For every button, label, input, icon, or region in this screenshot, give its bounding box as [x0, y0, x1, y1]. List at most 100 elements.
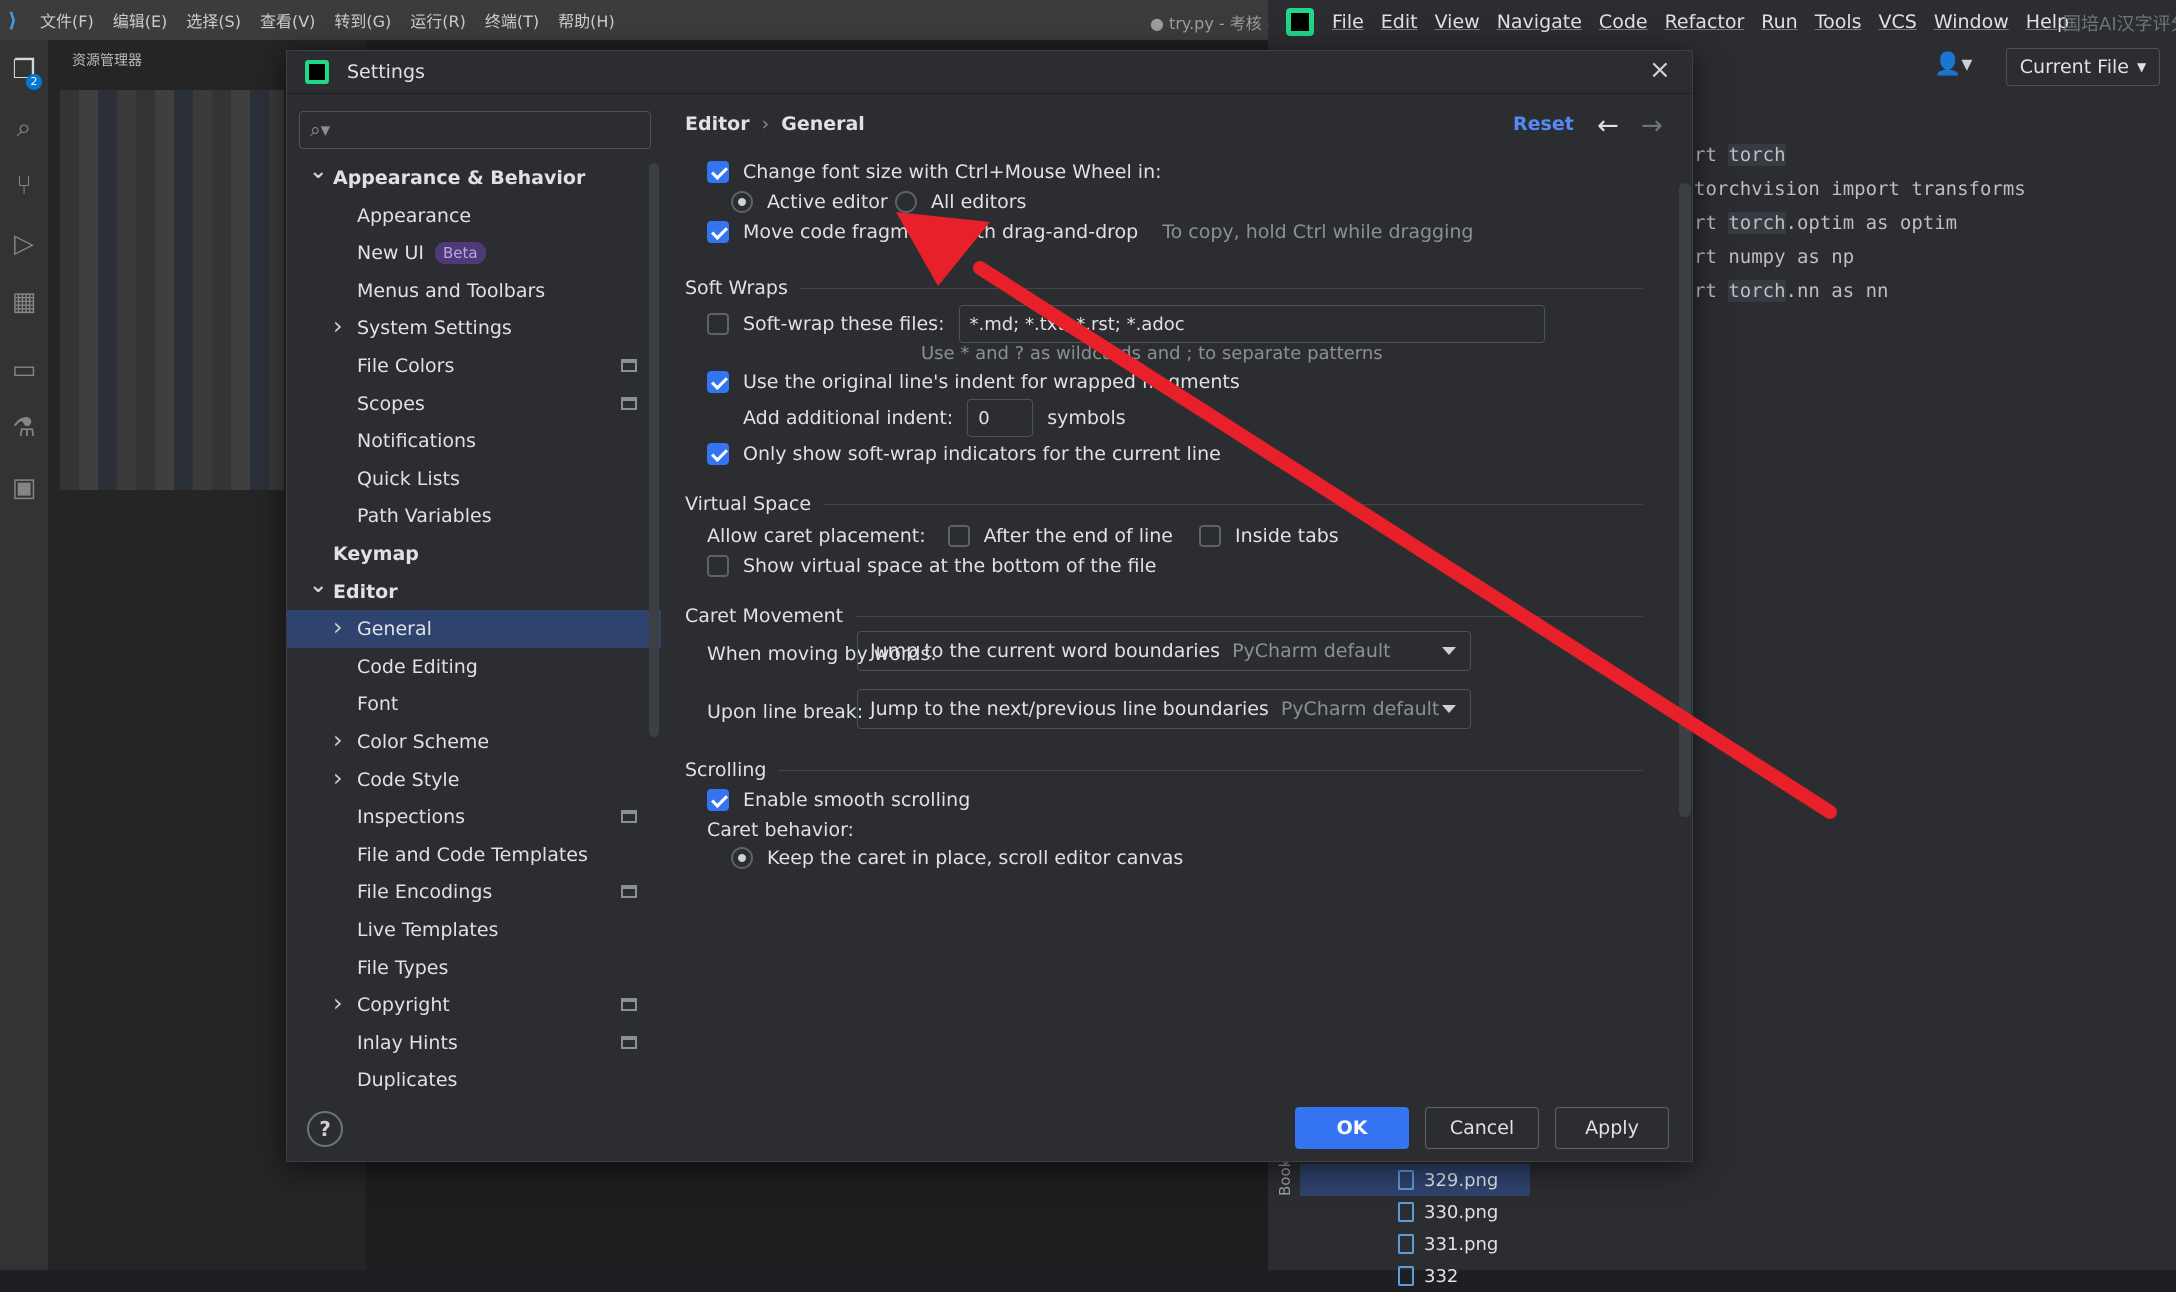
settings-tree-item-inspections[interactable]: Inspections [287, 798, 661, 836]
user-icon[interactable]: 👤▾ [1934, 52, 1972, 77]
file-item[interactable]: 332 [1398, 1260, 1458, 1292]
vscode-menu-item[interactable]: 运行(R) [410, 12, 466, 31]
show-virtual-checkbox[interactable] [707, 555, 729, 577]
remote-explorer-icon[interactable]: ▭ [6, 352, 42, 388]
pycharm-menu-item[interactable]: Code [1599, 11, 1648, 33]
tree-item-label: File Types [357, 956, 449, 979]
settings-tree-item-quick-lists[interactable]: Quick Lists [287, 460, 661, 498]
settings-tree-item-inlay-hints[interactable]: Inlay Hints [287, 1024, 661, 1062]
breadcrumb-editor[interactable]: Editor [685, 113, 750, 135]
vscode-menu-item[interactable]: 终端(T) [485, 12, 539, 31]
font-wheel-checkbox[interactable] [707, 161, 729, 183]
run-debug-icon[interactable]: ▷ [6, 226, 42, 262]
pycharm-menu-item[interactable]: View [1435, 11, 1480, 33]
pycharm-menu-item[interactable]: Edit [1381, 11, 1418, 33]
vscode-menu-item[interactable]: 转到(G) [334, 12, 391, 31]
pycharm-menu-item[interactable]: Refactor [1665, 11, 1745, 33]
chevron-down-icon[interactable]: ⌄ [309, 573, 327, 598]
chevron-right-icon[interactable]: › [333, 989, 343, 1017]
close-icon[interactable]: × [1649, 55, 1671, 85]
project-level-icon [621, 998, 637, 1012]
all-editors-radio[interactable] [895, 191, 917, 213]
add-indent-input[interactable]: 0 [967, 399, 1034, 437]
vscode-menu-item[interactable]: 编辑(E) [113, 12, 168, 31]
original-indent-checkbox[interactable] [707, 371, 729, 393]
settings-tree-item-new-ui[interactable]: New UI Beta [287, 234, 661, 272]
settings-tree-item-scopes[interactable]: Scopes [287, 385, 661, 423]
settings-tree-item-live-templates[interactable]: Live Templates [287, 911, 661, 949]
code-line: rt numpy as np [1694, 240, 2176, 274]
file-item[interactable]: 329.png [1300, 1164, 1530, 1196]
code-line: rt torch.nn as nn [1694, 274, 2176, 308]
settings-tree-item-file-encodings[interactable]: File Encodings [287, 873, 661, 911]
settings-tree-item-color-scheme[interactable]: › Color Scheme [287, 723, 661, 761]
settings-tree-item-editor[interactable]: ⌄ Editor [287, 573, 661, 611]
testing-icon[interactable]: ⚗ [6, 410, 42, 446]
back-arrow-icon[interactable]: ← [1597, 111, 1619, 141]
search-icon[interactable]: ⌕ [6, 110, 42, 146]
terminal-icon[interactable]: ▣ [6, 470, 42, 506]
chevron-right-icon[interactable]: › [333, 312, 343, 340]
vscode-menu-item[interactable]: 查看(V) [260, 12, 315, 31]
soft-wrap-files-checkbox[interactable] [707, 313, 729, 335]
tree-item-label: Copyright [357, 994, 450, 1017]
pycharm-menu-item[interactable]: Tools [1815, 11, 1862, 33]
chevron-down-icon[interactable]: ⌄ [309, 159, 327, 184]
settings-tree-item-appearance[interactable]: Appearance [287, 197, 661, 235]
pycharm-menubar: File Edit View Navigate Code Refactor Run Tools… [1268, 0, 2176, 44]
vscode-menu-item[interactable]: 文件(F) [40, 12, 94, 31]
keep-caret-radio[interactable] [731, 847, 753, 869]
settings-tree-item-code-style[interactable]: › Code Style [287, 761, 661, 799]
reset-link[interactable]: Reset [1513, 113, 1574, 135]
apply-button[interactable]: Apply [1555, 1107, 1669, 1149]
settings-tree-item-file-and-code-templates[interactable]: File and Code Templates [287, 836, 661, 874]
settings-tree-item-appearance-behavior[interactable]: ⌄ Appearance & Behavior [287, 159, 661, 197]
cancel-button[interactable]: Cancel [1425, 1107, 1539, 1149]
all-editors-label: All editors [931, 191, 1027, 213]
chevron-right-icon[interactable]: › [333, 764, 343, 792]
pycharm-menu-item[interactable]: Navigate [1497, 11, 1582, 33]
run-config-dropdown[interactable]: Current File ▼ [2006, 48, 2160, 86]
vscode-menu-item[interactable]: 选择(S) [186, 12, 241, 31]
settings-tree-item-general[interactable]: › General [287, 610, 661, 649]
chevron-right-icon[interactable]: › [333, 726, 343, 754]
pycharm-menu-item[interactable]: VCS [1879, 11, 1917, 33]
pycharm-menu-item[interactable]: Run [1761, 11, 1797, 33]
settings-tree-item-keymap[interactable]: Keymap [287, 535, 661, 573]
active-editor-radio[interactable] [731, 191, 753, 213]
settings-tree-item-duplicates[interactable]: Duplicates [287, 1061, 661, 1099]
code-editor[interactable]: rt torch torchvision import transforms rt … [1694, 138, 2176, 308]
source-control-icon[interactable]: ⑂ [6, 168, 42, 204]
only-show-checkbox[interactable] [707, 443, 729, 465]
tree-scrollbar[interactable] [649, 163, 659, 737]
soft-wrap-files-input[interactable]: *.md; *.txt; *.rst; *.adoc [958, 305, 1545, 343]
settings-tree-item-file-types[interactable]: File Types [287, 949, 661, 987]
vscode-menu-item[interactable]: 帮助(H) [558, 12, 615, 31]
help-button[interactable]: ? [307, 1111, 343, 1147]
settings-tree-item-system-settings[interactable]: › System Settings [287, 309, 661, 347]
line-break-dropdown[interactable]: Jump to the next/previous line boundarie… [857, 689, 1471, 729]
moving-words-dropdown[interactable]: Jump to the current word boundaries PyCha… [857, 631, 1471, 671]
settings-tree-item-notifications[interactable]: Notifications [287, 422, 661, 460]
ok-button[interactable]: OK [1295, 1107, 1409, 1149]
settings-tree-item-file-colors[interactable]: File Colors [287, 347, 661, 385]
inside-tabs-checkbox[interactable] [1199, 525, 1222, 547]
settings-tree-item-code-editing[interactable]: Code Editing [287, 648, 661, 686]
settings-tree-item-copyright[interactable]: › Copyright [287, 986, 661, 1024]
after-end-checkbox[interactable] [947, 525, 970, 547]
settings-search-input[interactable]: ⌕▾ [299, 111, 651, 149]
settings-tree-item-menus-and-toolbars[interactable]: Menus and Toolbars [287, 272, 661, 310]
move-code-checkbox[interactable] [707, 221, 729, 243]
settings-tree-item-path-variables[interactable]: Path Variables [287, 497, 661, 535]
smooth-scroll-checkbox[interactable] [707, 789, 729, 811]
settings-tree-item-font[interactable]: Font [287, 685, 661, 723]
pycharm-menu-item[interactable]: Window [1934, 11, 2009, 33]
extensions-icon[interactable]: ▦ [6, 284, 42, 320]
dialog-header: Settings [287, 51, 1692, 93]
content-scrollbar[interactable] [1679, 183, 1691, 817]
chevron-right-icon[interactable]: › [333, 613, 343, 641]
forward-arrow-icon[interactable]: → [1641, 111, 1663, 141]
file-item[interactable]: 330.png [1398, 1196, 1498, 1228]
pycharm-menu-item[interactable]: File [1332, 11, 1364, 33]
file-item[interactable]: 331.png [1398, 1228, 1498, 1260]
